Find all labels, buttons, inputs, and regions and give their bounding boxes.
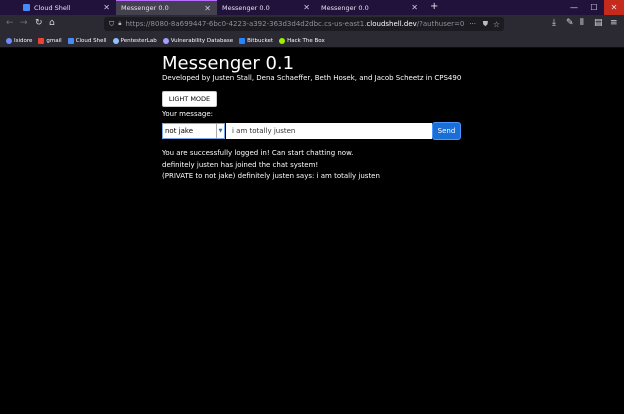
pentesterlab-icon <box>112 38 119 44</box>
gmail-icon <box>38 38 45 44</box>
message-log: You are successfully logged in! Can star… <box>162 148 380 183</box>
hack-the-box-icon <box>279 38 286 44</box>
bookmark-star-icon[interactable]: ☆ <box>493 20 500 29</box>
bookmark-isidore[interactable]: Isidore <box>6 38 32 44</box>
reload-icon[interactable]: ↻ <box>35 18 43 28</box>
message-line: (PRIVATE to not jake) definitely justen … <box>162 172 380 180</box>
message-line: You are successfully logged in! Can star… <box>162 149 354 157</box>
reader-icon[interactable]: ▤ <box>594 18 603 28</box>
message-input[interactable]: i am totally justen <box>226 123 432 139</box>
tab-label: Messenger 0.0 <box>222 3 270 12</box>
new-tab-button[interactable]: + <box>430 1 438 12</box>
library-icon[interactable]: ⫴ <box>580 18 584 28</box>
page-actions-icon[interactable]: ··· <box>469 20 476 28</box>
tab-messenger-active[interactable]: Messenger 0.0 ✕ <box>116 0 217 15</box>
url-suffix: /?authuser=0 <box>416 20 465 28</box>
back-arrow-icon[interactable]: ← <box>6 18 14 28</box>
bookmark-vulnerability-database[interactable]: Vulnerability Database <box>162 38 233 44</box>
bookmark-favicon-icon <box>6 38 12 44</box>
page-subtitle: Developed by Justen Stall, Dena Schaeffe… <box>162 74 462 82</box>
menu-icon[interactable]: ≡ <box>610 18 618 28</box>
shield-icon[interactable]: ⛉ <box>109 20 114 29</box>
page-content: Messenger 0.1 Developed by Justen Stall,… <box>0 48 624 414</box>
close-tab-icon[interactable]: ✕ <box>103 3 110 12</box>
vulnerability-database-icon <box>162 38 169 44</box>
navigation-bar: ← → ↻ ⌂ ⛉ 🔒︎ https://8080-8a699447-6bc0-… <box>0 15 624 35</box>
close-window-icon[interactable]: ✕ <box>604 0 624 15</box>
tab-cloud-shell[interactable]: Cloud Shell ✕ <box>18 0 116 15</box>
tab-messenger-2[interactable]: Messenger 0.0 ✕ <box>217 0 316 15</box>
pocket-icon[interactable]: ⛊ <box>483 20 488 29</box>
tools-icon[interactable]: ✎ <box>566 18 574 28</box>
tab-label: Cloud Shell <box>34 3 71 12</box>
tab-messenger-3[interactable]: Messenger 0.0 ✕ <box>316 0 424 15</box>
address-bar[interactable]: ⛉ 🔒︎ https://8080-8a699447-6bc0-4223-a39… <box>104 17 504 31</box>
lock-icon[interactable]: 🔒︎ <box>118 20 121 28</box>
bookmark-pentesterlab[interactable]: PentesterLab <box>112 38 157 44</box>
light-mode-button[interactable]: LIGHT MODE <box>162 91 217 107</box>
close-tab-icon[interactable]: ✕ <box>303 3 310 12</box>
bookmark-hack-the-box[interactable]: Hack The Box <box>279 38 325 44</box>
url-host: cloudshell.dev <box>366 20 417 28</box>
cloud-shell-icon <box>67 38 74 44</box>
message-input-value: i am totally justen <box>232 127 296 135</box>
bookmark-bitbucket[interactable]: Bitbucket <box>239 38 273 44</box>
chevron-down-icon[interactable]: ▼ <box>216 124 224 138</box>
tab-label: Messenger 0.0 <box>121 4 169 12</box>
forward-arrow-icon[interactable]: → <box>20 18 28 28</box>
page-title: Messenger 0.1 <box>162 53 295 74</box>
your-message-label: Your message: <box>162 110 213 118</box>
bookmark-gmail[interactable]: gmail <box>38 38 62 44</box>
close-tab-icon[interactable]: ✕ <box>411 3 418 12</box>
maximize-icon[interactable]: ☐ <box>584 0 604 15</box>
cloud-shell-favicon-icon <box>23 4 30 11</box>
downloads-icon[interactable]: ⤓ <box>552 18 556 28</box>
recipient-value: not jake <box>165 127 194 135</box>
recipient-select[interactable]: not jake ▼ <box>162 123 225 139</box>
bookmark-cloud-shell[interactable]: Cloud Shell <box>67 38 107 44</box>
tab-strip: Cloud Shell ✕ Messenger 0.0 ✕ Messenger … <box>0 0 624 15</box>
bitbucket-icon <box>239 38 246 44</box>
send-button[interactable]: Send <box>432 122 461 140</box>
close-tab-icon[interactable]: ✕ <box>204 4 211 13</box>
url-prefix: https://8080-8a699447-6bc0-4223-a392-363… <box>125 20 367 28</box>
tab-label: Messenger 0.0 <box>321 3 369 12</box>
bookmarks-toolbar: Isidore gmail Cloud Shell PentesterLab V… <box>0 35 624 48</box>
home-icon[interactable]: ⌂ <box>49 18 55 28</box>
message-line: definitely justen has joined the chat sy… <box>162 160 319 169</box>
minimize-icon[interactable]: — <box>564 0 584 15</box>
